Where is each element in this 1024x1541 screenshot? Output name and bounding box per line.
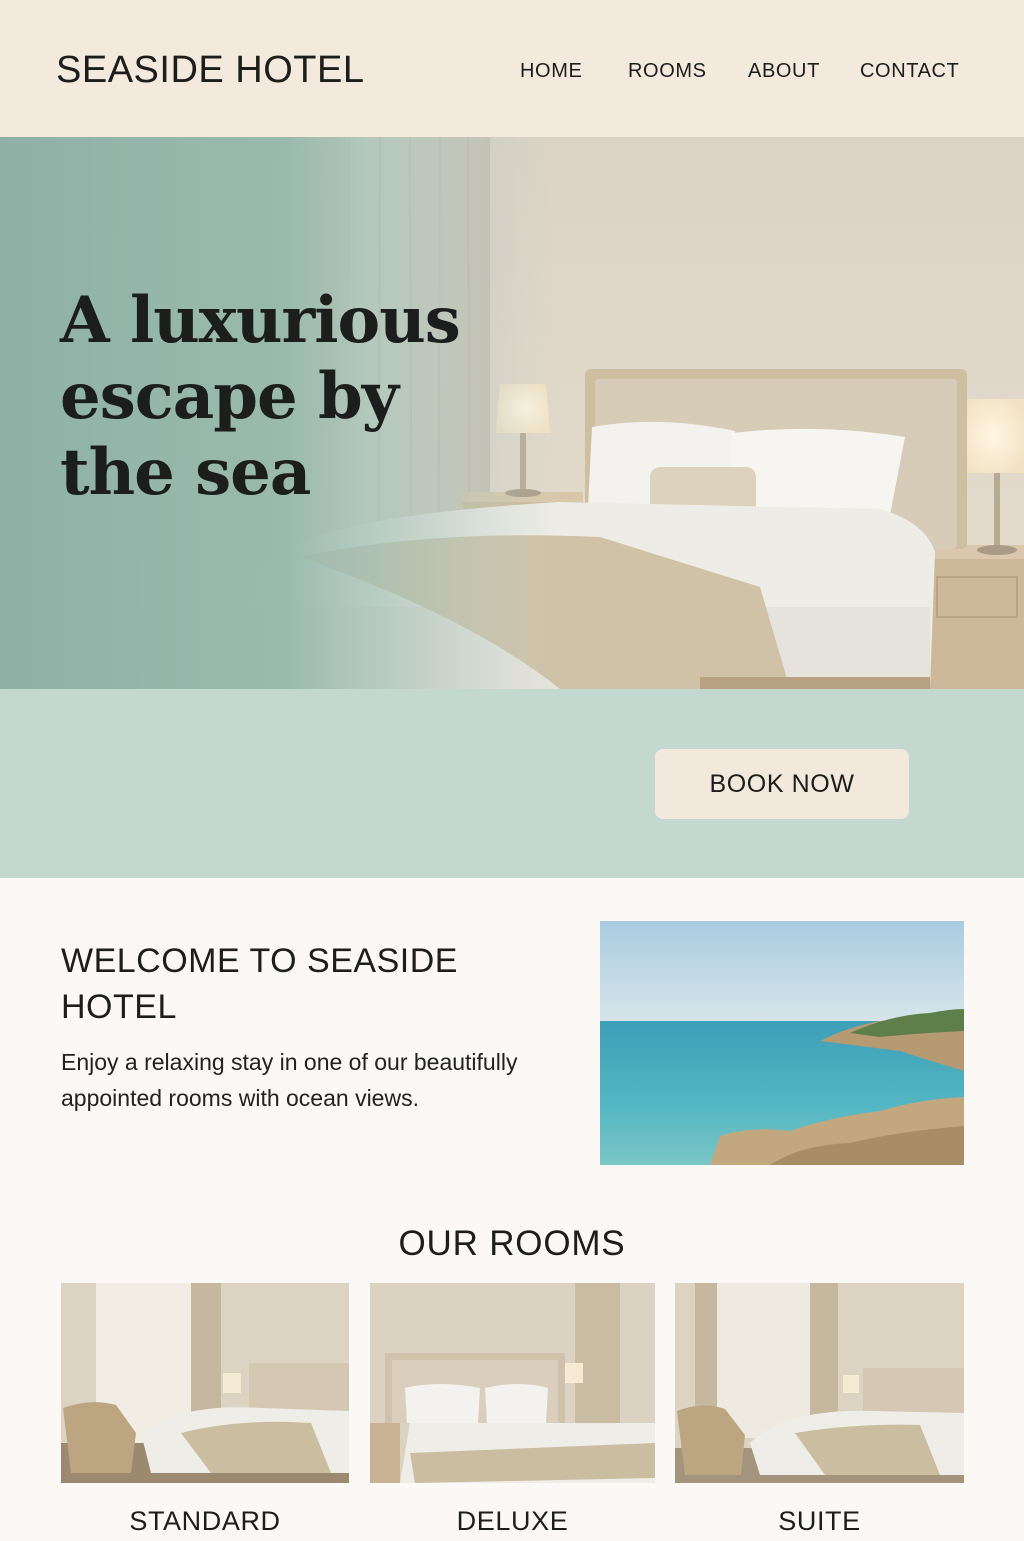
book-now-button[interactable]: BOOK NOW bbox=[655, 749, 909, 819]
ocean-view-photo bbox=[600, 921, 964, 1165]
site-header: SEASIDE HOTEL HOME ROOMS ABOUT CONTACT bbox=[0, 0, 1024, 137]
nav-contact-link[interactable]: CONTACT bbox=[860, 58, 959, 84]
room-card-deluxe[interactable]: DELUXE bbox=[370, 1283, 655, 1536]
suite-room-photo bbox=[675, 1283, 964, 1483]
nav-home-link[interactable]: HOME bbox=[520, 58, 582, 84]
hero-section: A luxurious escape by the sea bbox=[0, 137, 1024, 689]
room-label-standard: STANDARD bbox=[129, 1506, 281, 1536]
welcome-description: Enjoy a relaxing stay in one of our beau… bbox=[61, 1049, 518, 1111]
deluxe-room-photo bbox=[370, 1283, 655, 1483]
room-label-deluxe: DELUXE bbox=[456, 1506, 569, 1536]
room-label-suite: SUITE bbox=[778, 1506, 861, 1536]
welcome-heading: WELCOME TO SEASIDE HOTEL bbox=[61, 942, 458, 1026]
nav-about-link[interactable]: ABOUT bbox=[748, 58, 820, 84]
standard-room-photo bbox=[61, 1283, 349, 1483]
rooms-heading: OUR ROOMS bbox=[398, 1224, 626, 1263]
room-card-standard[interactable]: STANDARD bbox=[61, 1283, 349, 1536]
nav-rooms-link[interactable]: ROOMS bbox=[628, 58, 707, 84]
hero-headline: A luxurious escape by the sea bbox=[60, 283, 461, 510]
room-card-suite[interactable]: SUITE bbox=[675, 1283, 964, 1536]
main-nav: HOME ROOMS ABOUT CONTACT bbox=[0, 58, 1024, 84]
booking-band: BOOK NOW bbox=[0, 689, 1024, 878]
